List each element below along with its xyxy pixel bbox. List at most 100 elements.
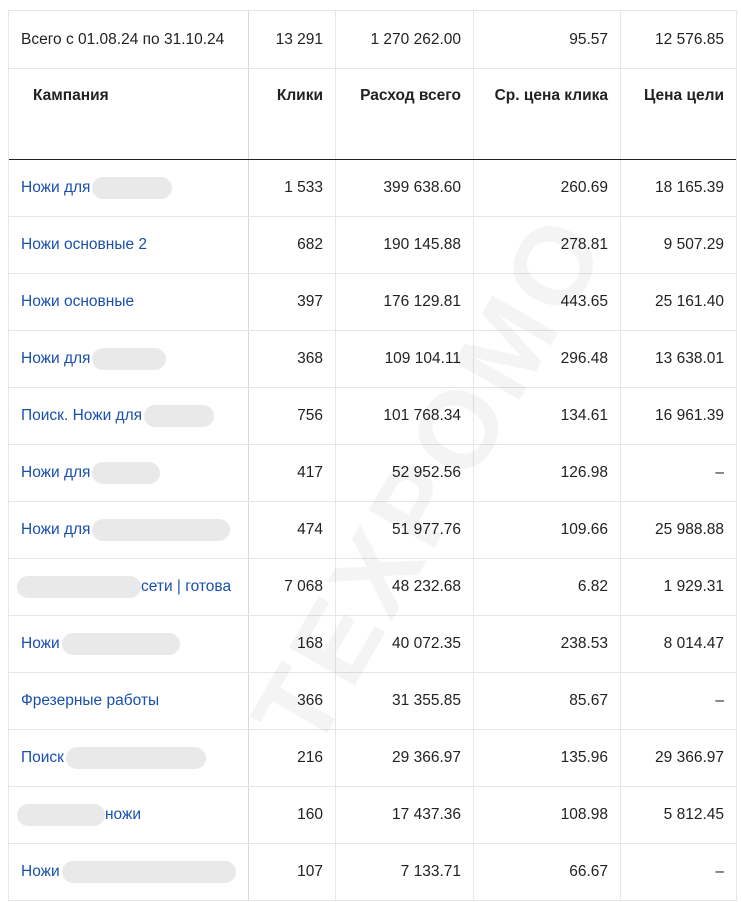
table-row: Поиск. Ножи для 756 101 768.34 134.61 16 961…: [9, 388, 736, 445]
spend-value: 40 072.35: [336, 616, 474, 672]
campaign-name-link[interactable]: Ножи для: [9, 445, 249, 501]
clicks-value: 160: [249, 787, 336, 843]
campaign-name-text: Фрезерные работы: [21, 692, 160, 709]
campaign-name-text: Ножи для: [21, 179, 91, 196]
campaign-name-link[interactable]: Ножи для: [9, 331, 249, 387]
campaign-name-text: Ножи: [21, 863, 60, 880]
goal-price-value: –: [715, 464, 724, 481]
goal-price-value: 16 961.39: [655, 407, 724, 424]
spend-value: 17 437.36: [336, 787, 474, 843]
goal-price-value: 25 988.88: [655, 521, 724, 538]
cpc-value: 108.98: [474, 787, 621, 843]
table-row: ножи 160 17 437.36 108.98 5 812.45: [9, 787, 736, 844]
clicks-value: 366: [249, 673, 336, 729]
clicks-value: 474: [249, 502, 336, 558]
campaign-name-text: Ножи основные: [21, 293, 135, 310]
header-spend[interactable]: Расход всего: [336, 69, 474, 159]
spend-value: 51 977.76: [336, 502, 474, 558]
goal-price-value: –: [715, 692, 724, 709]
campaign-name-link[interactable]: ножи: [9, 787, 249, 843]
campaign-name-link[interactable]: Ножи: [9, 616, 249, 672]
cpc-value: 85.67: [474, 673, 621, 729]
header-goal-price[interactable]: Цена цели: [621, 69, 736, 159]
spend-value: 190 145.88: [336, 217, 474, 273]
clicks-value: 417: [249, 445, 336, 501]
cpc-value: 66.67: [474, 844, 621, 900]
cpc-value: 278.81: [474, 217, 621, 273]
header-clicks[interactable]: Клики: [249, 69, 336, 159]
goal-price-value: 29 366.97: [655, 749, 724, 766]
header-campaign[interactable]: Кампания: [9, 69, 249, 159]
campaign-name-text: Поиск. Ножи для: [21, 407, 143, 424]
spend-value: 176 129.81: [336, 274, 474, 330]
campaign-name-link[interactable]: Ножи для: [9, 160, 249, 216]
spend-value: 399 638.60: [336, 160, 474, 216]
campaign-name-text: Поиск: [21, 749, 64, 766]
campaign-stats-table: Всего с 01.08.24 по 31.10.24 13 291 1 27…: [8, 10, 737, 901]
goal-price-value: 5 812.45: [663, 806, 724, 823]
clicks-value: 216: [249, 730, 336, 786]
campaign-name-link[interactable]: Ножи: [9, 844, 249, 900]
table-row: Ножи для 474 51 977.76 109.66 25 988.88: [9, 502, 736, 559]
table-body: Ножи для 1 533 399 638.60 260.69 18 165.39 Но…: [9, 160, 736, 901]
total-clicks: 13 291: [249, 11, 336, 68]
spend-value: 29 366.97: [336, 730, 474, 786]
campaign-name-link[interactable]: Поиск: [9, 730, 249, 786]
total-spend: 1 270 262.00: [336, 11, 474, 68]
campaign-name-text: Ножи основные 2: [21, 236, 148, 253]
total-row: Всего с 01.08.24 по 31.10.24 13 291 1 27…: [9, 10, 736, 69]
total-goal-price: 12 576.85: [655, 30, 724, 48]
goal-price-value: 8 014.47: [663, 635, 724, 652]
cpc-value: 260.69: [474, 160, 621, 216]
clicks-value: 397: [249, 274, 336, 330]
spend-value: 101 768.34: [336, 388, 474, 444]
cpc-value: 6.82: [474, 559, 621, 615]
campaign-name-text: Ножи для: [21, 521, 91, 538]
table-row: сети | готова 7 068 48 232.68 6.82 1 929.31: [9, 559, 736, 616]
redacted-text: [92, 519, 231, 541]
campaign-name-link[interactable]: Ножи основные 2: [9, 217, 249, 273]
redacted-text: [61, 633, 180, 655]
table-row: Ножи основные 397 176 129.81 443.65 25 161.4…: [9, 274, 736, 331]
campaign-name-link[interactable]: Поиск. Ножи для: [9, 388, 249, 444]
table-row: Ножи для 417 52 952.56 126.98 –: [9, 445, 736, 502]
clicks-value: 368: [249, 331, 336, 387]
total-label: Всего с 01.08.24 по 31.10.24: [9, 11, 249, 68]
table-row: Ножи основные 2 682 190 145.88 278.81 9 507.…: [9, 217, 736, 274]
table-row: Ножи для 368 109 104.11 296.48 13 638.01: [9, 331, 736, 388]
goal-price-value: –: [715, 863, 724, 880]
campaign-name-link[interactable]: сети | готова: [9, 559, 249, 615]
redacted-text: [144, 405, 215, 427]
table-row: Поиск 216 29 366.97 135.96 29 366.97: [9, 730, 736, 787]
campaign-name-link[interactable]: Ножи для: [9, 502, 249, 558]
spend-value: 109 104.11: [336, 331, 474, 387]
table-row: Ножи для 1 533 399 638.60 260.69 18 165.39: [9, 160, 736, 217]
clicks-value: 107: [249, 844, 336, 900]
cpc-value: 296.48: [474, 331, 621, 387]
clicks-value: 756: [249, 388, 336, 444]
cpc-value: 238.53: [474, 616, 621, 672]
spend-value: 48 232.68: [336, 559, 474, 615]
campaign-name-suffix: ножи: [105, 806, 142, 823]
cpc-value: 443.65: [474, 274, 621, 330]
cpc-value: 135.96: [474, 730, 621, 786]
campaign-name-link[interactable]: Ножи основные: [9, 274, 249, 330]
redacted-text: [65, 747, 206, 769]
cpc-value: 126.98: [474, 445, 621, 501]
campaign-name-text: Ножи для: [21, 350, 91, 367]
goal-price-value: 9 507.29: [663, 236, 724, 253]
table-row: Ножи 107 7 133.71 66.67 –: [9, 844, 736, 901]
spend-value: 7 133.71: [336, 844, 474, 900]
campaign-name-suffix: сети | готова: [141, 578, 232, 595]
campaign-name-link[interactable]: Фрезерные работы: [9, 673, 249, 729]
cpc-value: 109.66: [474, 502, 621, 558]
goal-price-value: 1 929.31: [663, 578, 724, 595]
clicks-value: 1 533: [249, 160, 336, 216]
spend-value: 52 952.56: [336, 445, 474, 501]
goal-price-value: 25 161.40: [655, 293, 724, 310]
clicks-value: 168: [249, 616, 336, 672]
redacted-text: [92, 348, 167, 370]
redacted-text: [17, 576, 141, 598]
total-cpc: 95.57: [474, 11, 621, 68]
header-cpc[interactable]: Ср. цена клика: [474, 69, 621, 159]
